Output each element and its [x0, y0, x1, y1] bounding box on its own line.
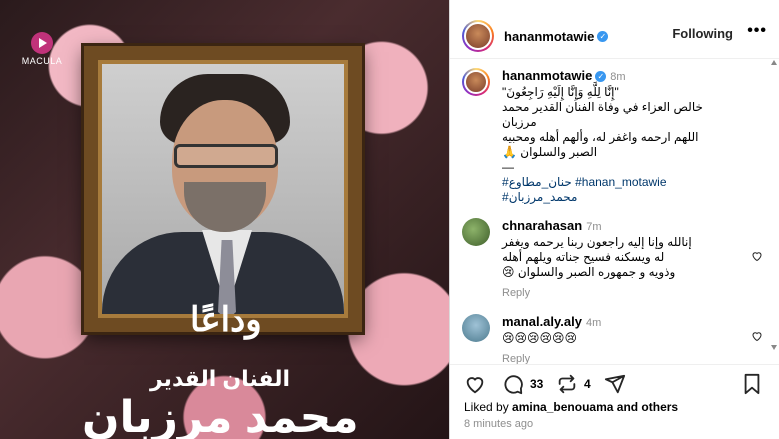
portrait-photo	[102, 64, 344, 314]
likes-user[interactable]: amina_benouama	[512, 400, 613, 414]
comment-text: وذويه و جمهوره الصبر والسلوان 😢	[502, 265, 676, 279]
comment-text: 😢😢😢😢😢😢	[502, 331, 578, 345]
brand-logo: MACULA	[14, 32, 70, 66]
artist-title-text: الفنان القدير	[150, 366, 291, 391]
caption-line: خالص العزاء في وفاة الفنان القدير محمد	[502, 100, 703, 114]
caption-hashtags[interactable]: #حنان_مطاوع #hanan_motawie	[502, 175, 757, 190]
more-options-icon[interactable]: •••	[747, 22, 767, 40]
instagram-post: MACULA وداعًا الفنان القدير محمد مرزبان …	[0, 0, 779, 439]
post-image[interactable]: MACULA وداعًا الفنان القدير محمد مرزبان	[0, 0, 449, 439]
artist-name-text: محمد مرزبان	[82, 393, 359, 439]
post-timestamp: 8 minutes ago	[464, 418, 534, 430]
commenter-avatar[interactable]	[462, 314, 490, 342]
following-button[interactable]: Following	[672, 26, 733, 41]
commenter-avatar[interactable]	[462, 218, 490, 246]
caption-line: مرزبان	[502, 115, 537, 129]
likes-others[interactable]: and others	[617, 400, 678, 414]
save-bookmark-icon[interactable]	[742, 373, 762, 395]
caption-avatar-ring[interactable]	[462, 68, 490, 96]
caption-avatar	[464, 70, 488, 94]
like-comment-heart-icon[interactable]	[751, 330, 763, 342]
comment-time: 7m	[586, 221, 602, 233]
profile-avatar-ring[interactable]	[462, 20, 494, 52]
action-bar: 33 4	[450, 364, 779, 401]
verified-badge-icon: ✓	[595, 71, 607, 83]
reply-button[interactable]: Reply	[502, 286, 732, 301]
like-heart-icon[interactable]	[464, 373, 486, 395]
caption-line: —	[502, 160, 514, 174]
caption-hashtags[interactable]: #محمد_مرزبان	[502, 190, 757, 205]
share-send-icon[interactable]	[604, 373, 626, 395]
comment-icon[interactable]	[502, 373, 524, 395]
header-username[interactable]: hananmotawie	[504, 29, 594, 44]
reposts-count: 4	[584, 377, 591, 391]
repost-icon[interactable]	[556, 373, 578, 395]
caption-time: 8m	[610, 71, 626, 83]
caption-line: الصبر والسلوان 🙏	[502, 145, 598, 159]
like-comment-heart-icon[interactable]	[751, 250, 763, 262]
profile-avatar	[464, 22, 492, 50]
verified-badge-icon: ✓	[597, 31, 609, 43]
comment-item: chnarahasan 7m إنالله وإنا إليه راجعون رب…	[502, 218, 732, 301]
header-user: hananmotawie ✓	[504, 28, 609, 46]
caption-line: اللهم ارحمه واغفر له، وألهم أهله ومحبيه	[502, 130, 699, 144]
comment-text: إنالله وإنا إليه راجعون ربنا يرحمه ويغفر	[502, 235, 692, 249]
play-logo-icon	[31, 32, 53, 54]
comment-item: manal.aly.aly 4m 😢😢😢😢😢😢 Reply	[502, 314, 732, 367]
picture-frame	[84, 46, 362, 332]
post-side-panel: hananmotawie ✓ Following ••• hananmotawie…	[449, 0, 779, 439]
comment-time: 4m	[585, 317, 602, 329]
likes-prefix: Liked by	[464, 400, 509, 414]
comment-username[interactable]: manal.aly.aly	[502, 314, 582, 329]
likes-summary: Liked by amina_benouama and others	[464, 400, 678, 414]
farewell-text: وداعًا	[190, 300, 262, 340]
caption-line: "إِنَّا لِلَّهِ وَإِنَّا إِلَيْهِ رَاجِع…	[502, 85, 619, 99]
comment-username[interactable]: chnarahasan	[502, 218, 582, 233]
comments-count: 33	[530, 377, 544, 391]
brand-name: MACULA	[21, 56, 63, 66]
post-caption: hananmotawie ✓ 8m "إِنَّا لِلَّهِ وَإِنَّا…	[502, 68, 757, 205]
post-header: hananmotawie ✓ Following •••	[450, 10, 779, 59]
comment-text: له ويسكنه فسيح جناته ويلهم أهله	[502, 250, 665, 264]
comments-scrollbar[interactable]	[771, 60, 777, 350]
caption-username[interactable]: hananmotawie	[502, 68, 592, 83]
